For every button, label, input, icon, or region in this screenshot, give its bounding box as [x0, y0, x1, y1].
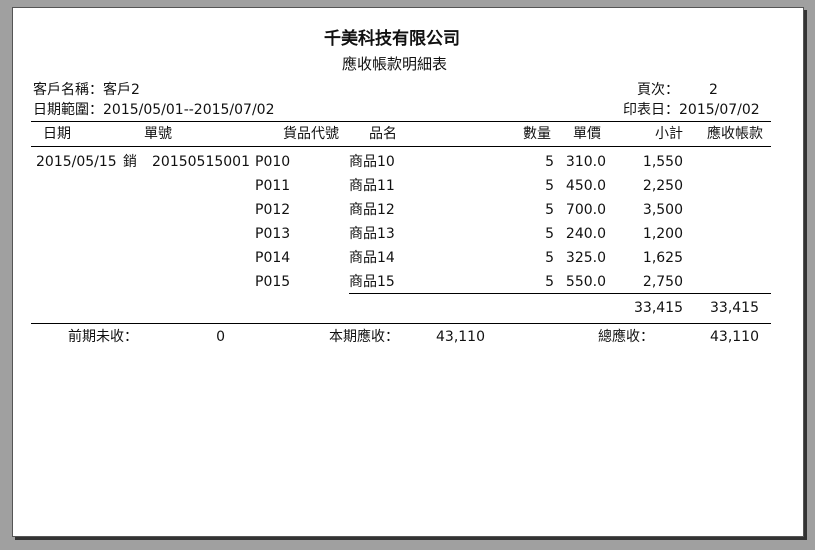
- col-item-name: 品名: [369, 126, 397, 142]
- row-item-code: P013: [255, 226, 291, 242]
- row-qty: 5: [545, 274, 554, 290]
- col-price: 單價: [573, 126, 601, 142]
- header-top-rule: [31, 121, 771, 122]
- row-qty: 5: [545, 250, 554, 266]
- row-item-code: P012: [255, 202, 291, 218]
- row-item-code: P015: [255, 274, 291, 290]
- customer-name: 客戶名稱：客戶2: [33, 82, 140, 98]
- row-subtotal: 1,625: [642, 250, 683, 266]
- prev-unpaid-value: 0: [216, 329, 225, 345]
- row-item-name: 商品14: [349, 250, 395, 266]
- row-price: 240.0: [565, 226, 606, 242]
- row-subtotal: 1,200: [642, 226, 683, 242]
- report-title: 應收帳款明細表: [342, 55, 448, 73]
- col-doc-no: 單號: [144, 126, 172, 142]
- col-subtotal: 小計: [655, 126, 683, 142]
- date-range: 日期範圍：2015/05/01--2015/07/02: [33, 102, 275, 118]
- page-label: 頁次：: [637, 82, 679, 98]
- col-receivable: 應收帳款: [707, 126, 763, 142]
- company-name: 千美科技有限公司: [324, 29, 460, 49]
- row-price: 310.0: [565, 154, 606, 170]
- row-item-name: 商品12: [349, 202, 395, 218]
- row-qty: 5: [545, 202, 554, 218]
- col-date: 日期: [43, 126, 71, 142]
- row-qty: 5: [545, 178, 554, 194]
- col-qty: 數量: [523, 126, 551, 142]
- total-receivable: 33,415: [710, 300, 759, 316]
- header-bottom-rule: [31, 146, 771, 147]
- entry-type: 銷: [123, 154, 137, 170]
- row-price: 325.0: [565, 250, 606, 266]
- current-receivable-label: 本期應收：: [329, 329, 399, 345]
- row-subtotal: 1,550: [642, 154, 683, 170]
- current-receivable-value: 43,110: [436, 329, 485, 345]
- row-price: 550.0: [565, 274, 606, 290]
- row-item-code: P014: [255, 250, 291, 266]
- subtotal-rule: [349, 293, 771, 294]
- row-item-name: 商品11: [349, 178, 395, 194]
- report-page: 千美科技有限公司 應收帳款明細表 客戶名稱：客戶2 日期範圍：2015/05/0…: [12, 7, 804, 537]
- summary-rule: [31, 323, 771, 324]
- row-item-name: 商品13: [349, 226, 395, 242]
- row-item-name: 商品10: [349, 154, 395, 170]
- page-number: 2: [709, 82, 718, 98]
- prev-unpaid-label: 前期未收：: [68, 329, 138, 345]
- print-date: 印表日：2015/07/02: [623, 102, 760, 118]
- row-subtotal: 3,500: [642, 202, 683, 218]
- total-receivable-label: 總應收：: [598, 329, 654, 345]
- row-item-code: P011: [255, 178, 291, 194]
- total-receivable-value: 43,110: [710, 329, 759, 345]
- row-item-name: 商品15: [349, 274, 395, 290]
- row-qty: 5: [545, 226, 554, 242]
- row-qty: 5: [545, 154, 554, 170]
- row-subtotal: 2,750: [642, 274, 683, 290]
- row-item-code: P010: [255, 154, 291, 170]
- entry-date: 2015/05/15: [36, 154, 117, 170]
- col-item-code: 貨品代號: [283, 126, 339, 142]
- total-subtotal: 33,415: [634, 300, 683, 316]
- row-price: 700.0: [565, 202, 606, 218]
- row-subtotal: 2,250: [642, 178, 683, 194]
- entry-doc-no: 20150515001: [152, 154, 250, 170]
- row-price: 450.0: [565, 178, 606, 194]
